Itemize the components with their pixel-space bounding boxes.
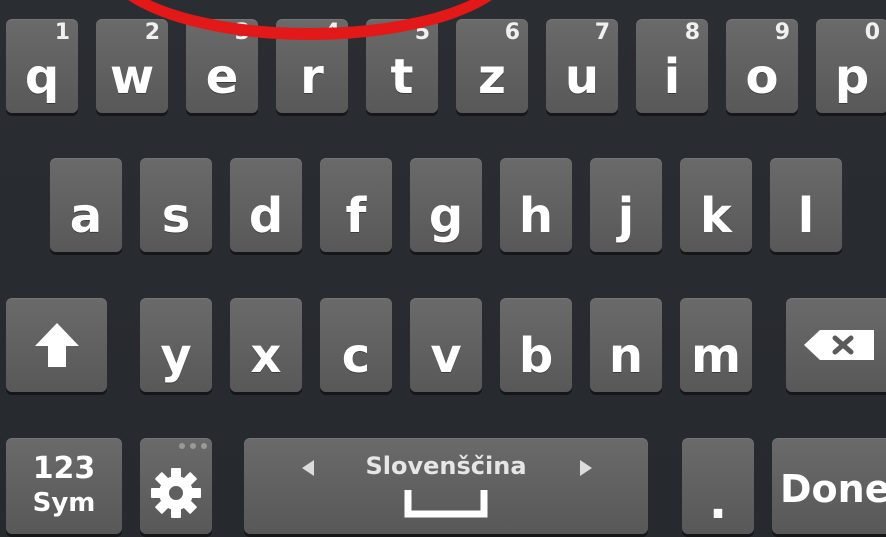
key-u[interactable]: 7u	[546, 19, 618, 113]
key-label: b	[518, 328, 554, 384]
sym-key-bottom-label: Sym	[32, 488, 96, 518]
key-label: w	[109, 49, 155, 105]
shift-arrow-icon	[35, 323, 79, 367]
key-t[interactable]: 5t	[366, 19, 438, 113]
key-e[interactable]: 3e	[186, 19, 258, 113]
key-label: p	[834, 49, 870, 105]
key-a[interactable]: a	[50, 158, 122, 252]
sym-key-top-label: 123	[32, 451, 96, 486]
key-q[interactable]: 1q	[6, 19, 78, 113]
key-hint-digit: 2	[144, 20, 160, 45]
language-right-arrow-icon[interactable]	[580, 460, 592, 476]
backspace-icon	[804, 330, 874, 360]
key-label: i	[663, 49, 681, 105]
key-hint-digit: 9	[774, 20, 790, 45]
key-m[interactable]: m	[680, 298, 752, 392]
key-label: s	[161, 188, 191, 244]
period-key-label: .	[708, 474, 728, 530]
key-hint-digit: 1	[54, 20, 70, 45]
key-h[interactable]: h	[500, 158, 572, 252]
key-y[interactable]: y	[140, 298, 212, 392]
key-v[interactable]: v	[410, 298, 482, 392]
key-label: l	[797, 188, 815, 244]
key-n[interactable]: n	[590, 298, 662, 392]
key-label: f	[345, 188, 367, 244]
key-z[interactable]: 6z	[456, 19, 528, 113]
key-label: u	[564, 49, 600, 105]
key-label: j	[617, 188, 635, 244]
key-hint-digit: 8	[684, 20, 700, 45]
key-label: a	[69, 188, 103, 244]
key-label: h	[518, 188, 554, 244]
space-bar-icon	[404, 490, 488, 518]
key-label: y	[160, 328, 192, 384]
key-s[interactable]: s	[140, 158, 212, 252]
key-label: v	[430, 328, 462, 384]
key-label: c	[341, 328, 371, 384]
key-d[interactable]: d	[230, 158, 302, 252]
key-label: r	[300, 49, 324, 105]
done-key-label: Done	[780, 467, 886, 511]
key-label: e	[205, 49, 239, 105]
key-i[interactable]: 8i	[636, 19, 708, 113]
key-g[interactable]: g	[410, 158, 482, 252]
key-hint-digit: 7	[594, 20, 610, 45]
backspace-key[interactable]	[786, 298, 886, 392]
key-f[interactable]: f	[320, 158, 392, 252]
key-c[interactable]: c	[320, 298, 392, 392]
key-label: o	[745, 49, 779, 105]
key-hint-digit: 5	[414, 20, 430, 45]
key-x[interactable]: x	[230, 298, 302, 392]
key-r[interactable]: 4r	[276, 19, 348, 113]
gear-icon	[151, 468, 201, 518]
key-label: q	[24, 49, 60, 105]
key-k[interactable]: k	[680, 158, 752, 252]
key-label: x	[250, 328, 282, 384]
key-label: g	[428, 188, 464, 244]
period-key[interactable]: .	[682, 438, 754, 534]
key-label: k	[700, 188, 732, 244]
key-label: t	[390, 49, 414, 105]
key-o[interactable]: 9o	[726, 19, 798, 113]
key-hint-digit: 3	[234, 20, 250, 45]
key-p[interactable]: 0p	[816, 19, 886, 113]
settings-key[interactable]	[140, 438, 212, 534]
sym-key[interactable]: 123 Sym	[6, 438, 122, 534]
space-bar[interactable]: Slovenščina	[244, 438, 648, 534]
key-label: z	[478, 49, 506, 105]
key-hint-digit: 4	[324, 20, 340, 45]
done-key[interactable]: Done	[772, 438, 886, 534]
key-label: m	[690, 328, 741, 384]
key-j[interactable]: j	[590, 158, 662, 252]
shift-key[interactable]	[6, 298, 107, 392]
key-hint-digit: 6	[504, 20, 520, 45]
key-label: n	[608, 328, 644, 384]
key-hint-digit: 0	[864, 20, 880, 45]
key-l[interactable]: l	[770, 158, 842, 252]
key-w[interactable]: 2w	[96, 19, 168, 113]
key-b[interactable]: b	[500, 298, 572, 392]
more-dots-icon	[179, 443, 207, 449]
key-label: d	[248, 188, 284, 244]
